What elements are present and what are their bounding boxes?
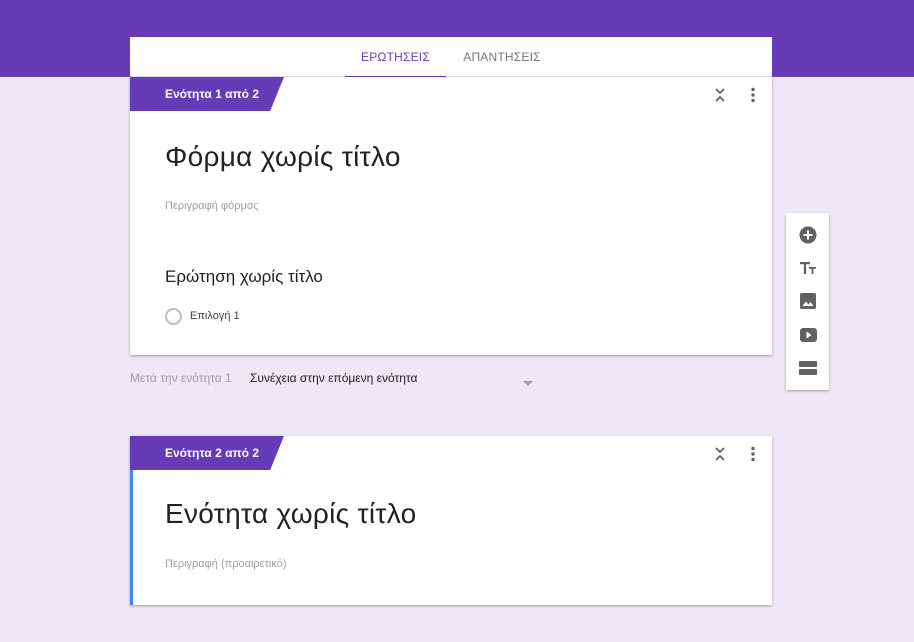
section-2-title[interactable]: Ενότητα χωρίς τίτλο [165,498,417,530]
section-1-tag: Ενότητα 1 από 2 [130,77,284,111]
add-image-button[interactable] [797,290,819,312]
question-title[interactable]: Ερώτηση χωρίς τίτλο [165,267,323,287]
add-section-button[interactable] [797,357,819,379]
section-2-tag: Ενότητα 2 από 2 [130,436,284,470]
section-1-more-button[interactable] [743,85,763,105]
option-row[interactable]: Επιλογή 1 [165,307,240,325]
tab-questions[interactable]: ΕΡΩΤΗΣΕΙΣ [345,37,446,78]
add-section-icon [799,361,817,375]
section-2-description-field[interactable]: Περιγραφή (προαιρετικό) [165,558,287,570]
after-section-label: Μετά την ενότητα 1 [130,371,232,385]
collapse-icon [715,88,725,102]
collapse-section-1-button[interactable] [710,85,730,105]
collapse-section-2-button[interactable] [710,444,730,464]
section-1-card[interactable]: Ενότητα 1 από 2 Φόρμα χωρίς τίτλο Περιγρ… [130,77,772,355]
dropdown-arrow-icon[interactable] [522,374,534,392]
add-question-icon [799,226,817,244]
add-video-icon [799,328,817,342]
option-radio[interactable] [165,307,182,325]
add-title-button[interactable] [797,257,819,279]
side-toolbar [786,213,829,390]
form-title[interactable]: Φόρμα χωρίς τίτλο [165,141,401,173]
after-section-navigation: Μετά την ενότητα 1 Συνέχεια στην επόμενη… [130,369,533,387]
tab-responses[interactable]: ΑΠΑΝΤΗΣΕΙΣ [454,37,550,77]
add-image-icon [800,293,816,309]
collapse-icon [715,447,725,461]
add-title-icon [800,262,816,274]
tabs-panel: ΕΡΩΤΗΣΕΙΣ ΑΠΑΝΤΗΣΕΙΣ [130,37,772,78]
section-2-more-button[interactable] [743,444,763,464]
section-2-card[interactable]: Ενότητα 2 από 2 Ενότητα χωρίς τίτλο Περι… [130,436,772,605]
form-description-field[interactable]: Περιγραφή φόρμας [165,200,258,212]
add-question-button[interactable] [797,224,819,246]
more-vert-icon [751,87,755,103]
after-section-dropdown[interactable]: Συνέχεια στην επόμενη ενότητα [250,371,417,385]
add-video-button[interactable] [797,324,819,346]
option-label: Επιλογή 1 [190,310,240,322]
more-vert-icon [751,446,755,462]
